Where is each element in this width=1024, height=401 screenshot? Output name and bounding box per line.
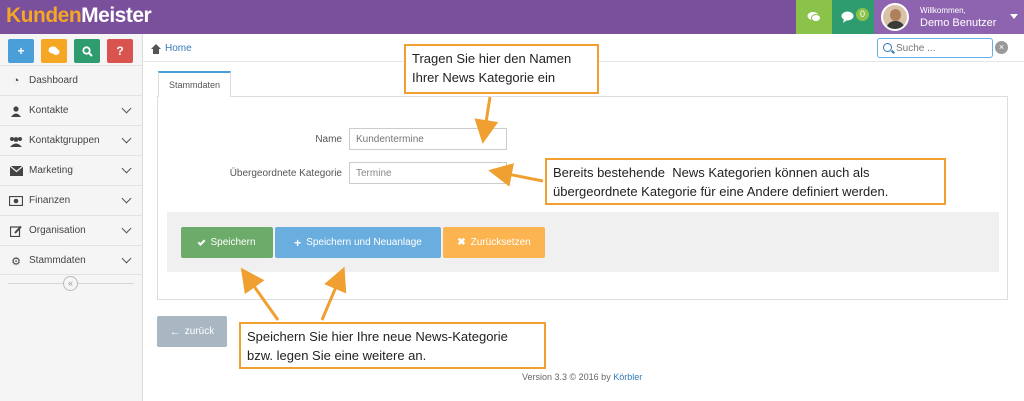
caret-down-icon	[1010, 14, 1018, 19]
tab-stammdaten[interactable]: Stammdaten	[158, 71, 231, 97]
callout-parent-hint: Bereits bestehende News Kategorien könne…	[545, 158, 946, 205]
parent-category-value: Termine	[356, 167, 392, 179]
sidebar-item-finanzen[interactable]: Finanzen	[0, 185, 142, 215]
back-button-label: zurück	[184, 326, 215, 337]
edit-icon	[9, 225, 23, 237]
close-icon: ✖	[457, 237, 466, 248]
message-count-badge: 0	[856, 8, 869, 21]
callout-line: Ihrer News Kategorie ein	[412, 70, 556, 85]
sidebar-item-organisation[interactable]: Organisation	[0, 215, 142, 245]
sidebar-item-label: Stammdaten	[29, 255, 86, 266]
quick-search-button[interactable]	[74, 39, 100, 63]
save-and-new-button[interactable]: + Speichern und Neuanlage	[275, 227, 441, 258]
chevron-down-icon	[121, 193, 132, 204]
quick-help-button[interactable]: ?	[107, 39, 133, 63]
vendor-link[interactable]: Körbler	[613, 372, 642, 382]
sidebar: + ? ◔ Dashboard Kontakte Kontaktgruppen …	[0, 34, 143, 401]
home-icon	[151, 43, 161, 54]
callout-name-hint: Tragen Sie hier den Namen Ihrer News Kat…	[404, 44, 599, 94]
chevron-down-icon	[121, 103, 132, 114]
sidebar-item-marketing[interactable]: Marketing	[0, 155, 142, 185]
top-bar: KundenMeister 0 Willkommen, Demo Benutze…	[0, 0, 1024, 34]
parent-category-label: Übergeordnete Kategorie	[229, 168, 342, 179]
chevron-down-icon	[121, 253, 132, 264]
sidebar-nav: ◔ Dashboard Kontakte Kontaktgruppen Mark…	[0, 65, 142, 275]
plus-icon: +	[17, 44, 25, 58]
search-icon	[883, 43, 892, 52]
save-and-new-button-label: Speichern und Neuanlage	[306, 237, 422, 248]
back-button[interactable]: ← zurück	[157, 316, 227, 347]
clear-search-button[interactable]: ×	[995, 41, 1008, 54]
cogs-icon: ⚙	[11, 255, 21, 268]
search-box	[877, 38, 993, 58]
money-icon	[9, 195, 23, 207]
chevron-down-icon	[121, 223, 132, 234]
chevron-down-icon	[121, 163, 132, 174]
chat-button[interactable]	[796, 0, 832, 34]
parent-category-select[interactable]: Termine	[349, 162, 507, 184]
user-menu[interactable]: Willkommen, Demo Benutzer	[874, 0, 1024, 34]
comments-icon	[48, 46, 60, 55]
save-button[interactable]: Speichern	[181, 227, 273, 258]
comments-icon	[807, 12, 821, 22]
sidebar-item-label: Finanzen	[29, 195, 71, 206]
reset-button[interactable]: ✖ Zurücksetzen	[443, 227, 545, 258]
callout-line: übergeordnete Kategorie für eine Andere …	[553, 184, 889, 199]
sidebar-item-label: Kontakte	[29, 105, 69, 116]
users-icon	[9, 135, 23, 147]
logo-part-meister: Meister	[81, 4, 152, 27]
comment-icon	[841, 11, 853, 23]
sidebar-item-kontaktgruppen[interactable]: Kontaktgruppen	[0, 125, 142, 155]
logo[interactable]: KundenMeister	[6, 4, 152, 28]
breadcrumb: Home	[151, 43, 192, 54]
quick-chat-button[interactable]	[41, 39, 67, 63]
search-icon	[81, 45, 93, 57]
sidebar-item-label: Organisation	[29, 225, 86, 236]
check-icon	[198, 237, 206, 246]
sidebar-item-label: Dashboard	[29, 75, 78, 86]
question-icon: ?	[116, 44, 124, 58]
footer: Version 3.3 © 2016 by Körbler	[522, 372, 642, 382]
save-button-label: Speichern	[210, 237, 256, 248]
logo-part-kunden: Kunden	[6, 4, 82, 27]
reset-button-label: Zurücksetzen	[470, 237, 531, 248]
username: Demo Benutzer	[920, 17, 997, 29]
envelope-icon	[9, 165, 23, 177]
callout-line: bzw. legen Sie eine weitere an.	[247, 348, 427, 363]
name-input[interactable]	[349, 128, 507, 150]
version-text: Version 3.3 © 2016 by	[522, 372, 611, 382]
welcome-text: Willkommen,	[920, 6, 966, 15]
breadcrumb-home-link[interactable]: Home	[165, 43, 192, 54]
search-input[interactable]	[896, 41, 990, 55]
callout-line: Tragen Sie hier den Namen	[412, 51, 572, 66]
quick-add-button[interactable]: +	[8, 39, 34, 63]
sidebar-item-dashboard[interactable]: ◔ Dashboard	[0, 65, 142, 95]
arrow-left-icon: ←	[169, 325, 181, 338]
sidebar-collapse-button[interactable]: «	[63, 276, 78, 291]
callout-line: Bereits bestehende News Kategorien könne…	[553, 165, 870, 180]
sidebar-item-stammdaten[interactable]: ⚙ Stammdaten	[0, 245, 142, 275]
messages-button[interactable]: 0	[832, 0, 874, 34]
avatar	[881, 3, 909, 31]
sidebar-item-kontakte[interactable]: Kontakte	[0, 95, 142, 125]
callout-line: Speichern Sie hier Ihre neue News-Katego…	[247, 329, 508, 344]
callout-save-hint: Speichern Sie hier Ihre neue News-Katego…	[239, 322, 546, 369]
sidebar-item-label: Marketing	[29, 165, 73, 176]
name-label: Name	[315, 134, 342, 145]
plus-icon: +	[294, 235, 302, 250]
chevron-down-icon	[121, 133, 132, 144]
tachometer-icon: ◔	[12, 75, 20, 87]
user-icon	[9, 105, 23, 117]
sidebar-item-label: Kontaktgruppen	[29, 135, 100, 146]
